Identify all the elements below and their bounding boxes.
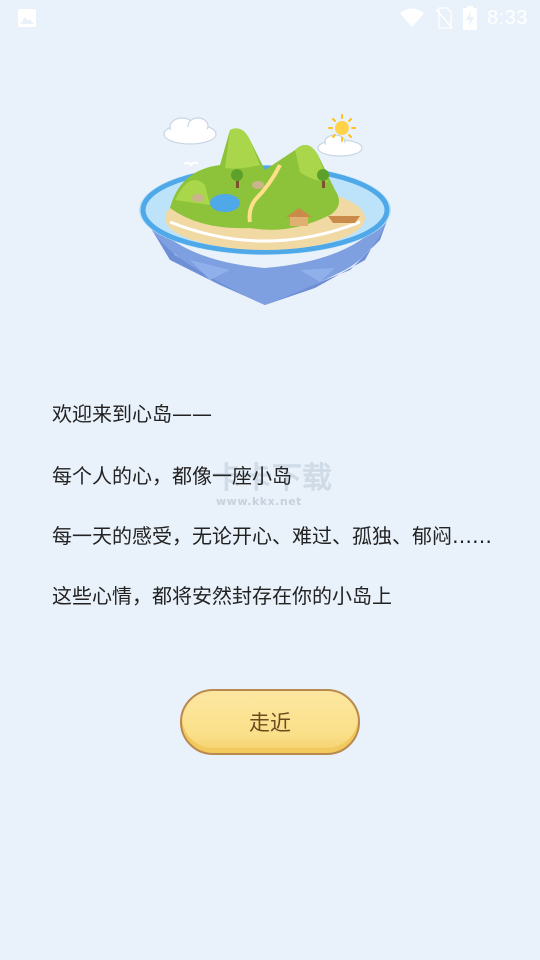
bird-icon xyxy=(183,161,199,167)
battery-charging-icon xyxy=(463,6,478,30)
status-time: 8:33 xyxy=(487,6,528,29)
watermark-url: www.kkx.net xyxy=(216,495,302,508)
intro-line-feelings: 每一天的感受，无论开心、难过、孤独、郁闷…… xyxy=(52,524,492,548)
image-icon xyxy=(18,9,36,27)
boat-icon xyxy=(328,216,360,223)
floating-island-illustration xyxy=(139,114,391,305)
intro-line-heart-island: 每个人的心，都像一座小岛 xyxy=(52,464,292,488)
status-right-group: 8:33 xyxy=(399,4,528,32)
sun-icon xyxy=(328,114,356,142)
wifi-icon xyxy=(400,8,425,27)
no-sim-icon xyxy=(435,7,453,29)
cloud-right-icon xyxy=(317,134,363,157)
intro-line-welcome: 欢迎来到心岛—— xyxy=(52,402,212,426)
intro-line-sealed: 这些心情，都将安然封存在你的小岛上 xyxy=(52,584,392,608)
approach-button[interactable]: 走近 xyxy=(180,689,360,755)
cloud-left-icon xyxy=(163,117,217,145)
status-bar: 8:33 xyxy=(0,0,540,36)
